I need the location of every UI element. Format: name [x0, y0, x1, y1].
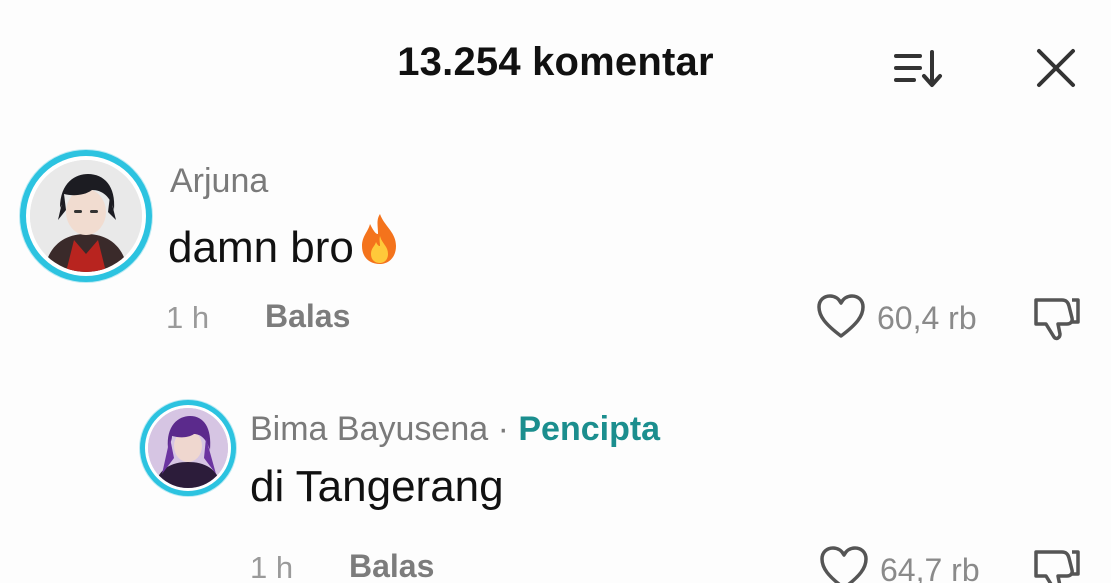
comment-time: 1 h	[250, 550, 294, 583]
comment-item: Arjuna damn bro 1 h Balas 60,4 rb	[0, 140, 1111, 350]
avatar[interactable]	[20, 150, 152, 282]
thumbs-down-icon	[1034, 298, 1080, 341]
comments-header: 13.254 komentar	[0, 0, 1111, 125]
avatar-image-icon	[148, 408, 228, 488]
fire-emoji-icon	[356, 212, 404, 277]
sort-list-icon	[894, 50, 942, 87]
like-count: 60,4 rb	[877, 300, 977, 336]
close-button[interactable]	[1030, 44, 1082, 94]
dislike-button[interactable]	[1030, 292, 1084, 344]
comment-text-content: damn bro	[168, 223, 354, 272]
reply-button[interactable]: Balas	[349, 548, 434, 583]
heart-icon	[817, 294, 865, 338]
heart-icon	[820, 546, 868, 583]
comment-username-row: Bima Bayusena · Pencipta	[250, 410, 660, 449]
sort-button[interactable]	[890, 44, 946, 94]
reply-comment-item: Bima Bayusena · Pencipta di Tangerang 1 …	[0, 398, 1111, 583]
comments-panel: 13.254 komentar Arjuna damn bro 1 h Bala…	[0, 0, 1111, 583]
like-count: 64,7 rb	[880, 552, 980, 583]
comment-time: 1 h	[166, 300, 210, 335]
like-button[interactable]: 64,7 rb	[818, 544, 1008, 583]
thumbs-down-icon	[1034, 550, 1080, 583]
comment-username[interactable]: Arjuna	[170, 162, 268, 201]
dislike-button[interactable]	[1030, 544, 1084, 583]
avatar[interactable]	[140, 400, 236, 496]
comment-username[interactable]: Bima Bayusena	[250, 410, 488, 448]
avatar-image-icon	[30, 160, 142, 272]
comment-text: di Tangerang	[250, 462, 504, 511]
close-icon	[1037, 49, 1075, 87]
creator-badge: Pencipta	[518, 410, 661, 448]
comment-text: damn bro	[168, 212, 404, 277]
like-button[interactable]: 60,4 rb	[815, 292, 1005, 342]
reply-button[interactable]: Balas	[265, 298, 350, 335]
separator-dot: ·	[497, 410, 509, 448]
